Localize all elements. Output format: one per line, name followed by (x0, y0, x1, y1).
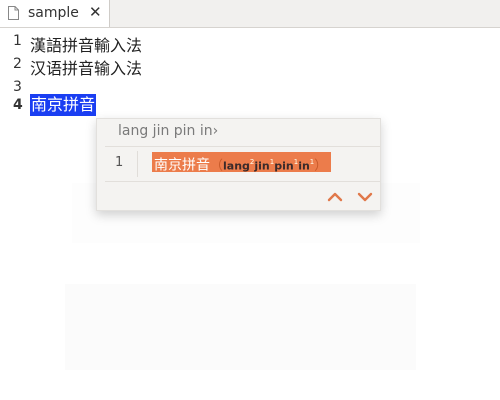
divider (105, 181, 380, 182)
candidate-close-paren: ） (314, 158, 328, 174)
editor-line-current: 4 南京拼音 (0, 94, 500, 116)
chevron-up-icon[interactable] (327, 191, 343, 203)
pinyin-syllable: pin (274, 159, 294, 173)
candidate-index: 1 (115, 155, 124, 170)
pinyin-syllable: in (298, 159, 310, 173)
ime-candidate-popup: lang jin pin in› 1 南京拼音（lang2jin1pin1in1… (96, 118, 381, 211)
tab-label: sample (28, 5, 79, 21)
editor-line: 2 汉语拼音输入法 (0, 53, 500, 78)
candidate-item[interactable]: 南京拼音（lang2jin1pin1in1） (152, 152, 332, 174)
line-number: 1 (13, 33, 22, 49)
selected-text[interactable]: 南京拼音 (30, 94, 97, 116)
candidate-text: 南京拼音 (154, 157, 210, 174)
line-number: 4 (13, 97, 23, 113)
pinyin-syllable: jin (254, 159, 270, 173)
line-number: 3 (13, 79, 22, 95)
tab-sample[interactable]: sample ✕ (0, 0, 110, 27)
editor-line: 1 漢語拼音輸入法 (0, 30, 500, 55)
tab-bar: sample ✕ (0, 0, 500, 28)
divider (137, 151, 138, 177)
divider (105, 146, 380, 147)
close-icon[interactable]: ✕ (89, 3, 102, 21)
ime-preedit-text: lang jin pin in› (118, 123, 219, 139)
pinyin-syllable: lang (223, 159, 250, 173)
chevron-down-icon[interactable] (357, 191, 373, 203)
document-icon (8, 6, 19, 20)
background-artifact (65, 284, 416, 370)
editor-window: sample ✕ 1 漢語拼音輸入法 2 汉语拼音输入法 3 4 南京拼音 la… (0, 0, 500, 400)
candidate-open-paren: （ (210, 158, 224, 174)
line-number: 2 (13, 56, 22, 72)
